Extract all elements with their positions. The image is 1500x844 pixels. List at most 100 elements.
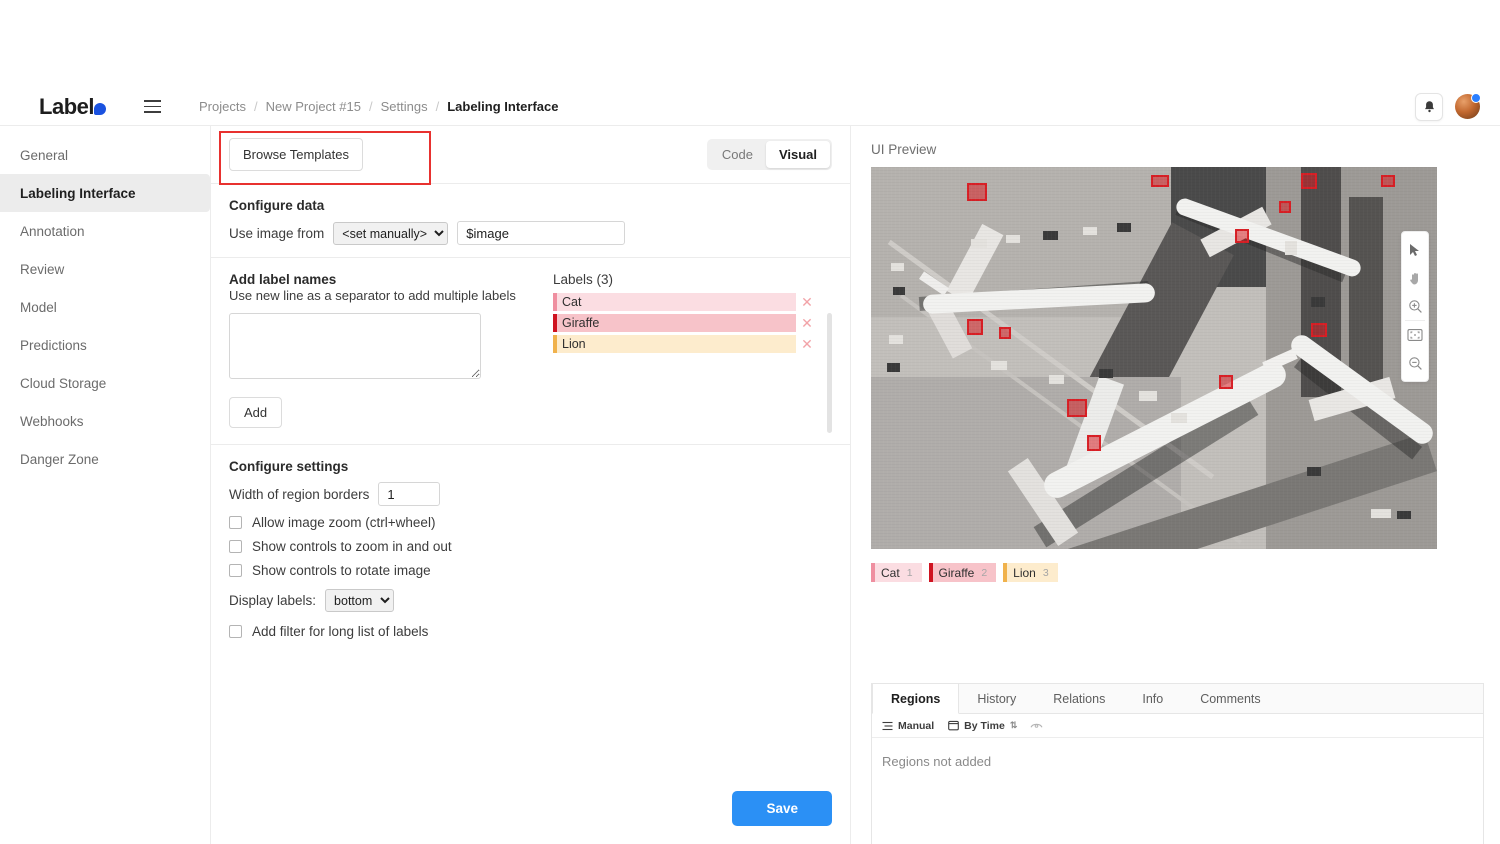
add-label-subtitle: Use new line as a separator to add multi… <box>229 288 516 303</box>
checkbox-add-filter[interactable]: Add filter for long list of labels <box>229 624 832 639</box>
tab-history[interactable]: History <box>959 684 1035 713</box>
checkbox-show-rotate-controls[interactable]: Show controls to rotate image <box>229 563 832 578</box>
list-item[interactable]: Giraffe ✕ <box>553 314 818 332</box>
labels-list: Cat ✕ Giraffe ✕ Lion ✕ <box>553 293 832 433</box>
logo-text: Label <box>39 93 94 119</box>
image-value-input[interactable] <box>457 221 626 245</box>
zoom-out-tool[interactable] <box>1401 349 1429 377</box>
preview-canvas-wrap <box>871 167 1437 549</box>
toggle-visibility-button[interactable] <box>1030 721 1043 730</box>
breadcrumb-separator: / <box>253 99 258 114</box>
save-bar: Save <box>211 772 850 844</box>
breadcrumb: Projects / New Project #15 / Settings / … <box>199 99 558 114</box>
save-button[interactable]: Save <box>732 790 832 826</box>
label-chip-lion[interactable]: Lion 3 <box>1003 563 1058 582</box>
label-chip-cat[interactable]: Cat 1 <box>871 563 922 582</box>
logo[interactable]: Label <box>0 93 145 119</box>
header-actions <box>1415 92 1500 121</box>
label-item-lion[interactable]: Lion <box>553 335 796 353</box>
labels-list-container: Labels (3) Cat ✕ Giraffe ✕ Lion ✕ <box>553 272 832 433</box>
image-tools-toolbar <box>1401 231 1429 382</box>
sort-by-time-button[interactable]: By Time ⇅ <box>948 720 1017 732</box>
tab-code[interactable]: Code <box>709 141 766 169</box>
screenshot-root: Label Projects / New Project #15 / Setti… <box>0 0 1500 844</box>
app-header: Label Projects / New Project #15 / Setti… <box>0 88 1500 126</box>
checkbox-show-zoom-controls[interactable]: Show controls to zoom in and out <box>229 539 832 554</box>
checkbox-icon[interactable] <box>229 516 242 529</box>
breadcrumb-item-projects[interactable]: Projects <box>199 99 246 114</box>
sort-ascending-icon[interactable]: ⇅ <box>1010 720 1017 731</box>
eye-icon <box>1030 723 1043 728</box>
checkbox-label[interactable]: Allow image zoom (ctrl+wheel) <box>252 515 435 530</box>
labels-heading: Labels (3) <box>553 272 614 287</box>
browse-templates-button[interactable]: Browse Templates <box>229 138 363 171</box>
sidebar-item-general[interactable]: General <box>0 136 210 174</box>
preview-image[interactable] <box>871 167 1437 549</box>
select-tool[interactable] <box>1401 236 1429 264</box>
sidebar-item-webhooks[interactable]: Webhooks <box>0 402 210 440</box>
sidebar-item-labeling-interface[interactable]: Labeling Interface <box>0 174 210 212</box>
app-body: General Labeling Interface Annotation Re… <box>0 126 1500 844</box>
region-border-input[interactable] <box>378 482 441 506</box>
add-labels-form: Add label names Use new line as a separa… <box>229 272 529 428</box>
tab-regions[interactable]: Regions <box>872 684 960 714</box>
tab-relations[interactable]: Relations <box>1035 684 1124 713</box>
ui-preview-panel: UI Preview Cat 1 Giraffe 2 Lion 3 Region… <box>851 126 1500 844</box>
settings-sidebar: General Labeling Interface Annotation Re… <box>0 126 211 844</box>
view-mode-toggle: Code Visual <box>706 138 832 171</box>
labels-scrollbar[interactable] <box>827 313 832 433</box>
chip-hotkey: 3 <box>1042 566 1049 579</box>
list-item[interactable]: Lion ✕ <box>553 335 818 353</box>
checkbox-label[interactable]: Show controls to zoom in and out <box>252 539 452 554</box>
fit-to-screen-tool[interactable] <box>1401 321 1429 349</box>
pan-tool[interactable] <box>1401 264 1429 292</box>
use-image-from-label: Use image from <box>229 225 325 241</box>
tab-comments[interactable]: Comments <box>1182 684 1279 713</box>
list-item[interactable]: Cat ✕ <box>553 293 818 311</box>
sidebar-item-cloud-storage[interactable]: Cloud Storage <box>0 364 210 402</box>
sidebar-item-predictions[interactable]: Predictions <box>0 326 210 364</box>
label-item-cat[interactable]: Cat <box>553 293 796 311</box>
list-icon <box>882 721 893 730</box>
label-chip-giraffe[interactable]: Giraffe 2 <box>928 563 997 582</box>
breadcrumb-item-current: Labeling Interface <box>447 99 559 114</box>
add-label-button[interactable]: Add <box>229 397 283 428</box>
close-icon[interactable]: ✕ <box>796 316 818 330</box>
close-icon[interactable]: ✕ <box>796 337 818 351</box>
close-icon[interactable]: ✕ <box>796 295 818 309</box>
breadcrumb-item-project[interactable]: New Project #15 <box>266 99 361 114</box>
display-labels-select[interactable]: bottom <box>325 589 395 612</box>
zoom-out-icon <box>1408 356 1422 370</box>
tab-visual[interactable]: Visual <box>765 140 830 169</box>
sidebar-item-review[interactable]: Review <box>0 250 210 288</box>
image-source-select[interactable]: <set manually> <box>333 221 449 245</box>
checkbox-icon[interactable] <box>229 540 242 553</box>
ui-preview-title: UI Preview <box>871 142 937 157</box>
sidebar-item-model[interactable]: Model <box>0 288 210 326</box>
display-labels-label: Display labels: <box>229 593 317 608</box>
zoom-in-tool[interactable] <box>1401 292 1429 320</box>
notifications-button[interactable] <box>1415 92 1443 121</box>
regions-empty-message: Regions not added <box>882 754 992 769</box>
label-chips: Cat 1 Giraffe 2 Lion 3 <box>871 563 1500 582</box>
ordering-manual-button[interactable]: Manual <box>882 720 934 732</box>
label-item-giraffe[interactable]: Giraffe <box>553 314 796 332</box>
checkbox-label[interactable]: Add filter for long list of labels <box>252 624 428 639</box>
sidebar-item-annotation[interactable]: Annotation <box>0 212 210 250</box>
configure-settings-title: Configure settings <box>229 459 349 474</box>
checkbox-label[interactable]: Show controls to rotate image <box>252 563 431 578</box>
checkbox-allow-zoom[interactable]: Allow image zoom (ctrl+wheel) <box>229 515 832 530</box>
sidebar-item-danger-zone[interactable]: Danger Zone <box>0 440 210 478</box>
checkbox-icon[interactable] <box>229 625 242 638</box>
tab-info[interactable]: Info <box>1124 684 1182 713</box>
chip-label: Lion <box>1013 565 1036 580</box>
labels-section: Add label names Use new line as a separa… <box>211 258 850 445</box>
fit-icon <box>1407 329 1423 341</box>
checkbox-icon[interactable] <box>229 564 242 577</box>
hamburger-icon[interactable] <box>137 92 167 122</box>
square-icon <box>948 720 960 731</box>
label-names-input[interactable] <box>229 313 481 379</box>
breadcrumb-item-settings[interactable]: Settings <box>381 99 428 114</box>
configure-data-section: Configure data Use image from <set manua… <box>211 184 850 258</box>
avatar[interactable] <box>1455 93 1481 119</box>
